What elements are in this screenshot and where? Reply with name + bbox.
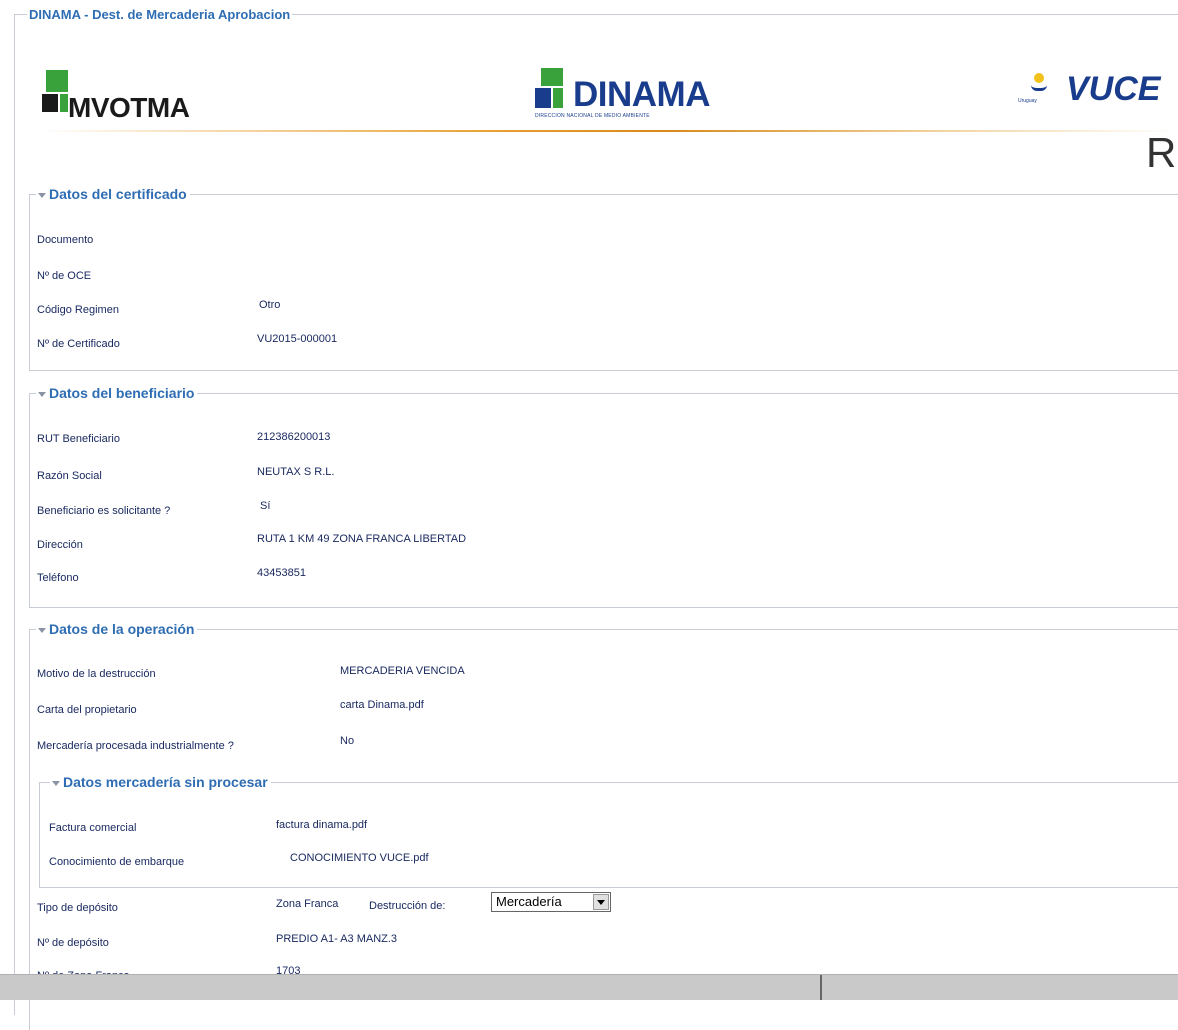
vuce-logo-text: VUCE	[1066, 70, 1161, 108]
direccion-value: RUTA 1 KM 49 ZONA FRANCA LIBERTAD	[257, 533, 467, 545]
destruccion-select[interactable]: Mercadería	[491, 892, 611, 912]
mvotma-logo-text: MVOTMA	[68, 92, 190, 123]
dinama-logo	[535, 68, 575, 113]
razon-social-value: NEUTAX S R.L.	[257, 466, 335, 478]
numero-deposito-value: PREDIO A1- A3 MANZ.3	[276, 933, 398, 945]
header-divider	[40, 130, 1178, 132]
numero-deposito-label: Nº de depósito	[37, 937, 109, 949]
factura-label: Factura comercial	[49, 822, 137, 834]
collapse-triangle-icon[interactable]	[38, 192, 46, 198]
motivo-label: Motivo de la destrucción	[37, 668, 156, 680]
tipo-deposito-label: Tipo de depósito	[37, 902, 118, 914]
documento-label: Documento	[37, 234, 94, 246]
procesada-label: Mercadería procesada industrialmente ?	[37, 740, 234, 752]
carta-label: Carta del propietario	[37, 704, 137, 716]
conocimiento-label: Conocimiento de embarque	[49, 856, 185, 868]
motivo-value: MERCADERIA VENCIDA	[340, 665, 465, 677]
procesada-value: No	[340, 735, 355, 747]
sin-procesar-section: Datos mercadería sin procesar	[39, 774, 1178, 888]
razon-social-label: Razón Social	[37, 470, 102, 482]
codigo-regimen-value: Otro	[259, 299, 281, 311]
telefono-value: 43453851	[257, 567, 306, 579]
certificado-section-title[interactable]: Datos del certificado	[36, 186, 190, 202]
status-bar-segment	[0, 975, 822, 1000]
collapse-triangle-icon[interactable]	[38, 627, 46, 633]
dinama-logo-text: DINAMA	[573, 75, 710, 114]
tipo-deposito-value: Zona Franca	[276, 898, 339, 910]
oce-label: Nº de OCE	[37, 270, 92, 282]
rut-label: RUT Beneficiario	[37, 433, 120, 445]
chevron-down-icon	[597, 900, 605, 905]
beneficiario-section: Datos del beneficiario	[29, 385, 1178, 608]
destruccion-label: Destrucción de:	[369, 900, 446, 912]
window-title: DINAMA - Dest. de Mercaderia Aprobacion	[27, 7, 293, 22]
collapse-triangle-icon[interactable]	[38, 391, 46, 397]
dinama-logo-subtitle: DIRECCION NACIONAL DE MEDIO AMBIENTE	[535, 113, 650, 119]
conocimiento-value[interactable]: CONOCIMIENTO VUCE.pdf	[290, 852, 429, 864]
beneficiario-section-title[interactable]: Datos del beneficiario	[36, 385, 198, 401]
certificado-section: Datos del certificado	[29, 186, 1178, 371]
mvotma-logo-mark	[46, 70, 68, 92]
dinama-logo-mark	[541, 68, 563, 86]
direccion-label: Dirección	[37, 539, 83, 551]
solicitante-value: Sí	[260, 500, 271, 512]
collapse-triangle-icon[interactable]	[52, 780, 60, 786]
telefono-label: Teléfono	[37, 572, 79, 584]
rut-value: 212386200013	[257, 431, 331, 443]
factura-value[interactable]: factura dinama.pdf	[276, 819, 367, 831]
dropdown-button[interactable]	[593, 894, 609, 910]
codigo-regimen-label: Código Regimen	[37, 304, 119, 316]
uruguay-label: Uruguay	[1018, 98, 1037, 104]
solicitante-label: Beneficiario es solicitante ?	[37, 505, 171, 517]
uruguay-sun-icon	[1030, 73, 1048, 95]
carta-value[interactable]: carta Dinama.pdf	[340, 699, 424, 711]
certificado-number-label: Nº de Certificado	[37, 338, 120, 350]
operacion-section-title[interactable]: Datos de la operación	[36, 621, 198, 637]
truncated-heading: R	[1146, 129, 1177, 176]
destruccion-select-value: Mercadería	[496, 894, 562, 909]
status-bar	[0, 974, 1178, 1000]
certificado-number-value: VU2015-000001	[257, 333, 338, 345]
sin-procesar-section-title[interactable]: Datos mercadería sin procesar	[50, 774, 271, 790]
